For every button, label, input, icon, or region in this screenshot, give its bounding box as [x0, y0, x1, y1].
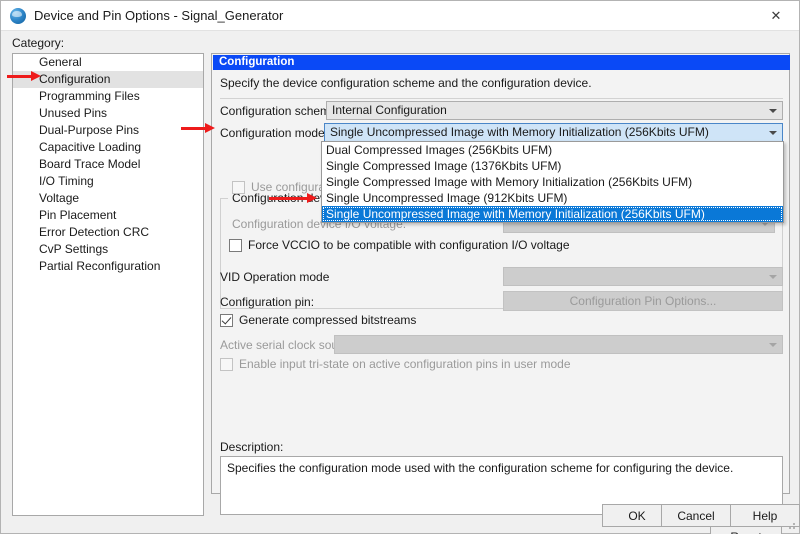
force-vccio-checkbox[interactable]: Force VCCIO to be compatible with config…	[229, 238, 570, 252]
sidebar-item-configuration[interactable]: Configuration	[13, 71, 203, 88]
cancel-button[interactable]: Cancel	[661, 504, 731, 527]
dropdown-option-dual-compressed-images[interactable]: Dual Compressed Images (256Kbits UFM)	[322, 142, 783, 158]
configuration-pin-label: Configuration pin:	[220, 295, 314, 309]
description-label: Description:	[220, 440, 283, 454]
checkbox-box	[232, 181, 245, 194]
sidebar-item-general[interactable]: General	[13, 54, 203, 71]
reset-button[interactable]: Reset	[710, 526, 782, 534]
configuration-mode-dropdown-list[interactable]: Dual Compressed Images (256Kbits UFM) Si…	[321, 141, 784, 223]
window-title: Device and Pin Options - Signal_Generato…	[34, 8, 283, 23]
device-pin-options-dialog: Device and Pin Options - Signal_Generato…	[0, 0, 800, 534]
chevron-down-icon	[769, 343, 777, 347]
configuration-scheme-combo[interactable]: Internal Configuration	[326, 101, 783, 120]
dropdown-option-single-uncompressed-image-meminit[interactable]: Single Uncompressed Image with Memory In…	[322, 206, 783, 222]
header-separator	[220, 98, 783, 99]
sidebar-item-pin-placement[interactable]: Pin Placement	[13, 207, 203, 224]
sidebar-item-error-detection-crc[interactable]: Error Detection CRC	[13, 224, 203, 241]
panel-header-title: Configuration	[213, 55, 790, 70]
sidebar-item-io-timing[interactable]: I/O Timing	[13, 173, 203, 190]
vid-operation-mode-combo[interactable]	[503, 267, 783, 286]
sidebar-item-voltage[interactable]: Voltage	[13, 190, 203, 207]
vid-operation-mode-label: VID Operation mode	[220, 270, 329, 284]
dropdown-option-single-compressed-image[interactable]: Single Compressed Image (1376Kbits UFM)	[322, 158, 783, 174]
sidebar-item-partial-reconfiguration[interactable]: Partial Reconfiguration	[13, 258, 203, 275]
enable-input-tristate-label: Enable input tri-state on active configu…	[239, 357, 571, 371]
configuration-mode-label: Configuration mode:	[220, 126, 328, 140]
chevron-down-icon	[769, 275, 777, 279]
quartus-globe-icon	[10, 8, 26, 24]
close-icon[interactable]: ✕	[753, 1, 799, 30]
resize-grip[interactable]	[786, 520, 796, 530]
configuration-scheme-label: Configuration scheme:	[220, 104, 340, 118]
category-list[interactable]: General Configuration Programming Files …	[12, 53, 204, 516]
sidebar-item-board-trace-model[interactable]: Board Trace Model	[13, 156, 203, 173]
panel-description: Specify the device configuration scheme …	[220, 76, 592, 90]
sidebar-item-programming-files[interactable]: Programming Files	[13, 88, 203, 105]
configuration-scheme-value: Internal Configuration	[332, 103, 447, 117]
configuration-pin-options-button[interactable]: Configuration Pin Options...	[503, 291, 783, 311]
active-serial-clock-source-combo[interactable]	[334, 335, 783, 354]
sidebar-item-cvp-settings[interactable]: CvP Settings	[13, 241, 203, 258]
configuration-mode-combo[interactable]: Single Uncompressed Image with Memory In…	[324, 123, 783, 142]
sidebar-item-unused-pins[interactable]: Unused Pins	[13, 105, 203, 122]
checkbox-box	[229, 239, 242, 252]
checkbox-box	[220, 314, 233, 327]
generate-compressed-bitstreams-checkbox[interactable]: Generate compressed bitstreams	[220, 313, 416, 327]
force-vccio-label: Force VCCIO to be compatible with config…	[248, 238, 570, 252]
checkbox-box	[220, 358, 233, 371]
sidebar-item-capacitive-loading[interactable]: Capacitive Loading	[13, 139, 203, 156]
category-label: Category:	[12, 36, 64, 50]
chevron-down-icon	[769, 109, 777, 113]
title-bar: Device and Pin Options - Signal_Generato…	[1, 1, 799, 31]
generate-compressed-bitstreams-label: Generate compressed bitstreams	[239, 313, 416, 327]
chevron-down-icon	[769, 131, 777, 135]
dropdown-option-single-uncompressed-image[interactable]: Single Uncompressed Image (912Kbits UFM)	[322, 190, 783, 206]
configuration-mode-value: Single Uncompressed Image with Memory In…	[330, 125, 709, 139]
dropdown-option-single-compressed-image-meminit[interactable]: Single Compressed Image with Memory Init…	[322, 174, 783, 190]
configuration-panel: Configuration Specify the device configu…	[211, 53, 790, 494]
sidebar-item-dual-purpose-pins[interactable]: Dual-Purpose Pins	[13, 122, 203, 139]
enable-input-tristate-checkbox[interactable]: Enable input tri-state on active configu…	[220, 357, 571, 371]
